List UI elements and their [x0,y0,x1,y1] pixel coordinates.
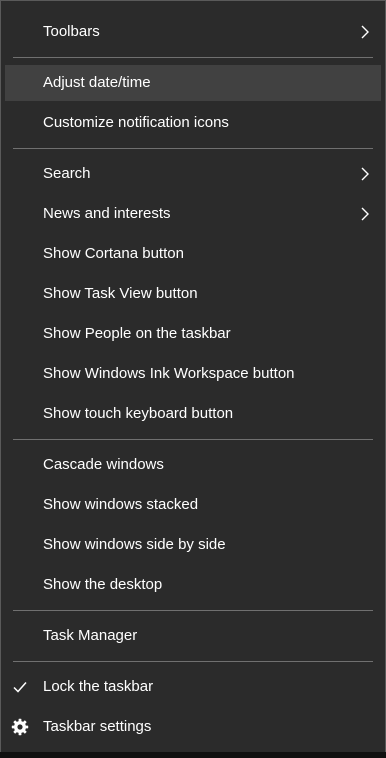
taskbar-context-menu: Toolbars Adjust date/time Customize noti… [0,0,386,758]
menu-item-cascade-windows[interactable]: Cascade windows [5,447,381,483]
menu-item-label: Show Cortana button [43,245,184,262]
menu-item-show-windows-stacked[interactable]: Show windows stacked [5,487,381,523]
menu-item-label: Task Manager [43,627,138,644]
chevron-right-icon [361,207,369,221]
menu-item-customize-notification-icons[interactable]: Customize notification icons [5,105,381,141]
taskbar-edge [0,752,386,758]
menu-item-show-windows-side-by-side[interactable]: Show windows side by side [5,527,381,563]
menu-item-label: Show touch keyboard button [43,405,234,422]
menu-item-label: Show windows side by side [43,536,226,553]
menu-item-show-cortana-button[interactable]: Show Cortana button [5,236,381,272]
menu-item-label: Taskbar settings [43,718,152,735]
menu-separator [13,610,373,611]
chevron-right-icon [361,25,369,39]
menu-item-taskbar-settings[interactable]: Taskbar settings [5,709,381,745]
menu-item-label: Lock the taskbar [43,678,154,695]
checkmark-icon [13,682,27,693]
menu-item-show-people[interactable]: Show People on the taskbar [5,316,381,352]
chevron-right-icon [361,167,369,181]
menu-item-toolbars[interactable]: Toolbars [5,14,381,50]
menu-item-label: Show windows stacked [43,496,199,513]
menu-separator [13,148,373,149]
menu-item-label: Show Task View button [43,285,198,302]
menu-separator [13,439,373,440]
gear-icon [11,718,29,736]
menu-separator [13,661,373,662]
menu-item-label: Search [43,165,91,182]
menu-item-label: Show People on the taskbar [43,325,231,342]
menu-item-adjust-date-time[interactable]: Adjust date/time [5,65,381,101]
menu-item-task-manager[interactable]: Task Manager [5,618,381,654]
menu-item-label: News and interests [43,205,171,222]
menu-item-lock-taskbar[interactable]: Lock the taskbar [5,669,381,705]
menu-item-label: Show the desktop [43,576,163,593]
menu-item-show-ink-workspace[interactable]: Show Windows Ink Workspace button [5,356,381,392]
menu-item-show-touch-keyboard[interactable]: Show touch keyboard button [5,396,381,432]
menu-item-news-and-interests[interactable]: News and interests [5,196,381,232]
menu-item-search[interactable]: Search [5,156,381,192]
menu-item-label: Cascade windows [43,456,164,473]
menu-item-label: Show Windows Ink Workspace button [43,365,295,382]
menu-item-label: Toolbars [43,23,100,40]
menu-separator [13,57,373,58]
menu-item-label: Adjust date/time [43,74,151,91]
menu-item-show-task-view-button[interactable]: Show Task View button [5,276,381,312]
menu-item-show-desktop[interactable]: Show the desktop [5,567,381,603]
menu-item-label: Customize notification icons [43,114,229,131]
